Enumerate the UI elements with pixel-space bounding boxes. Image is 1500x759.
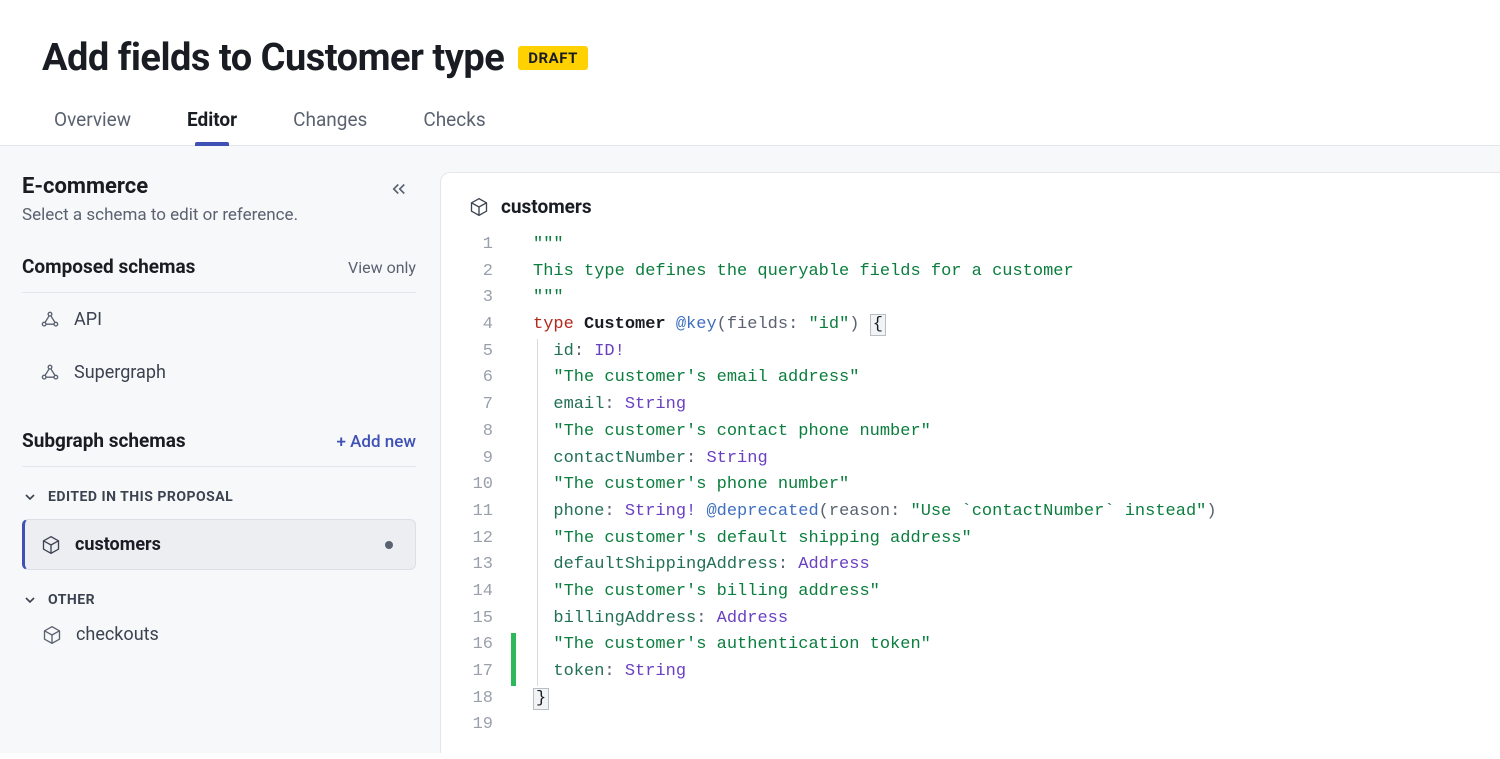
sidebar-item-customers[interactable]: customers <box>22 519 416 570</box>
change-markers <box>511 232 517 739</box>
collapse-sidebar-icon[interactable] <box>390 180 408 203</box>
add-new-button[interactable]: + Add new <box>336 432 416 452</box>
cube-icon <box>41 535 61 555</box>
sidebar-item-label: checkouts <box>76 624 159 645</box>
main-content: E-commerce Select a schema to edit or re… <box>0 145 1500 753</box>
sidebar-item-label: API <box>74 309 102 330</box>
composed-schemas-header: Composed schemas View only <box>22 255 416 293</box>
editor-panel: customers 12345678910111213141516171819 … <box>440 172 1500 753</box>
status-badge: DRAFT <box>518 46 588 70</box>
edited-label: EDITED IN THIS PROPOSAL <box>48 489 233 505</box>
tab-overview[interactable]: Overview <box>54 108 131 145</box>
page-header: Add fields to Customer type DRAFT Overvi… <box>0 0 1500 145</box>
cube-icon <box>42 625 62 645</box>
cube-icon <box>469 197 489 217</box>
sidebar-item-api[interactable]: API <box>22 293 416 346</box>
other-header[interactable]: OTHER <box>22 592 416 608</box>
editor-header: customers <box>441 173 1500 226</box>
sidebar-item-label: Supergraph <box>74 362 166 383</box>
editor-filename: customers <box>501 195 592 218</box>
sidebar-item-checkouts[interactable]: checkouts <box>22 608 416 661</box>
line-numbers: 12345678910111213141516171819 <box>441 232 511 739</box>
sidebar-item-supergraph[interactable]: Supergraph <box>22 346 416 399</box>
composed-schemas-title: Composed schemas <box>22 255 195 278</box>
chevron-down-icon <box>22 489 38 505</box>
sidebar-item-label: customers <box>75 534 161 555</box>
code-editor[interactable]: 12345678910111213141516171819 """This ty… <box>441 226 1500 739</box>
modified-dot-icon <box>385 541 393 549</box>
subgraph-schemas-title: Subgraph schemas <box>22 429 186 452</box>
sidebar-subtitle: Select a schema to edit or reference. <box>22 205 298 225</box>
sidebar: E-commerce Select a schema to edit or re… <box>0 146 440 753</box>
other-label: OTHER <box>48 592 95 608</box>
tab-checks[interactable]: Checks <box>423 108 485 145</box>
page-title: Add fields to Customer type <box>42 36 504 80</box>
tab-editor[interactable]: Editor <box>187 108 237 145</box>
code-content[interactable]: """This type defines the queryable field… <box>517 232 1217 739</box>
tab-bar: Overview Editor Changes Checks <box>42 108 1500 145</box>
view-only-label: View only <box>348 258 416 277</box>
graph-icon <box>40 310 60 330</box>
subgraph-schemas-header: Subgraph schemas + Add new <box>22 429 416 467</box>
edited-in-proposal-header[interactable]: EDITED IN THIS PROPOSAL <box>22 489 416 505</box>
graph-icon <box>40 363 60 383</box>
chevron-down-icon <box>22 592 38 608</box>
sidebar-title: E-commerce <box>22 174 298 199</box>
tab-changes[interactable]: Changes <box>293 108 367 145</box>
